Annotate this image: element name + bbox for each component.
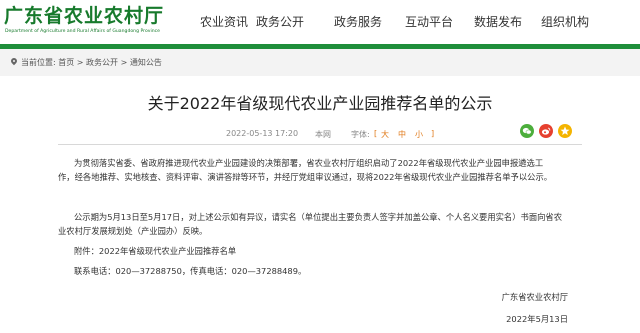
article-paragraph-1: 为贯彻落实省委、省政府推进现代农业产业园建设的决策部署，省农业农村厅组织启动了2…	[58, 156, 582, 184]
logo-title: 广东省农业农村厅	[4, 5, 165, 27]
nav-item-data[interactable]: 数据发布	[474, 14, 522, 30]
logo-subtitle: Department of Agriculture and Rural Affa…	[5, 29, 161, 34]
font-size-bracket-open: [	[374, 129, 378, 138]
paragraph-1-line-2: 作，经各地推荐、实地核查、资料评审、演讲答辩等环节，并经厅党组审议通过，现将20…	[58, 172, 553, 182]
publish-date: 2022-05-13 17:20	[226, 129, 299, 138]
contact-text: 联系电话：020—37288750，传真电话：020—37288489。	[74, 266, 307, 276]
paragraph-2-line-2: 业农村厅发展规划处（产业园办）反映。	[58, 226, 208, 236]
meta-divider	[58, 144, 582, 145]
breadcrumb: 当前位置: 首页 > 政务公开 > 通知公告	[10, 58, 162, 68]
location-pin-icon	[10, 58, 18, 66]
nav-item-gov-affairs[interactable]: 政务公开	[256, 14, 304, 30]
breadcrumb-gov-affairs[interactable]: 政务公开	[86, 58, 118, 67]
site-logo[interactable]: 广东省农业农村厅 Department of Agriculture and R…	[4, 5, 184, 39]
breadcrumb-prefix: 当前位置:	[21, 58, 56, 67]
breadcrumb-home[interactable]: 首页	[58, 58, 74, 67]
breadcrumb-separator: >	[120, 58, 128, 67]
font-size-medium-button[interactable]: 中	[398, 129, 406, 140]
paragraph-1-line-1: 为贯彻落实省委、省政府推进现代农业产业园建设的决策部署，省农业农村厅组织启动了2…	[74, 158, 544, 168]
article-source: 本网	[315, 130, 331, 139]
signature-date: 2022年5月13日	[506, 314, 568, 324]
article-container: 关于2022年省级现代农业产业园推荐名单的公示 2022-05-13 17:20…	[58, 76, 582, 333]
article-title: 关于2022年省级现代农业产业园推荐名单的公示	[147, 94, 493, 113]
paragraph-2-line-1: 公示期为5月13日至5月17日，对上述公示如有异议，请实名（单位提出主要负责人签…	[74, 212, 563, 222]
font-size-label: 字体:	[351, 130, 370, 139]
article-paragraph-2: 公示期为5月13日至5月17日，对上述公示如有异议，请实名（单位提出主要负责人签…	[58, 210, 582, 238]
breadcrumb-notices[interactable]: 通知公告	[130, 58, 162, 67]
qzone-icon[interactable]	[558, 124, 572, 138]
font-size-bracket-close: ]	[431, 129, 435, 138]
font-size-large-button[interactable]: 大	[381, 129, 389, 140]
breadcrumb-bar: 当前位置: 首页 > 政务公开 > 通知公告	[0, 49, 640, 76]
nav-item-gov-services[interactable]: 政务服务	[334, 14, 382, 30]
wechat-icon[interactable]	[520, 124, 534, 138]
nav-item-interaction[interactable]: 互动平台	[405, 14, 453, 30]
attachment-line: 附件：2022年省级现代农业产业园推荐名单	[58, 244, 582, 258]
signature-organization: 广东省农业农村厅	[501, 292, 568, 302]
nav-item-organization[interactable]: 组织机构	[541, 14, 589, 30]
contact-line: 联系电话：020—37288750，传真电话：020—37288489。	[58, 264, 582, 278]
site-header: 广东省农业农村厅 Department of Agriculture and R…	[0, 0, 640, 44]
weibo-icon[interactable]	[539, 124, 553, 138]
font-size-small-button[interactable]: 小	[415, 129, 423, 140]
nav-item-news[interactable]: 农业资讯	[200, 14, 248, 30]
attachment-link[interactable]: 附件：2022年省级现代农业产业园推荐名单	[58, 244, 582, 258]
article-meta: 2022-05-13 17:20 本网 字体: [ 大 中 小 ]	[58, 128, 582, 142]
breadcrumb-separator: >	[76, 58, 84, 67]
